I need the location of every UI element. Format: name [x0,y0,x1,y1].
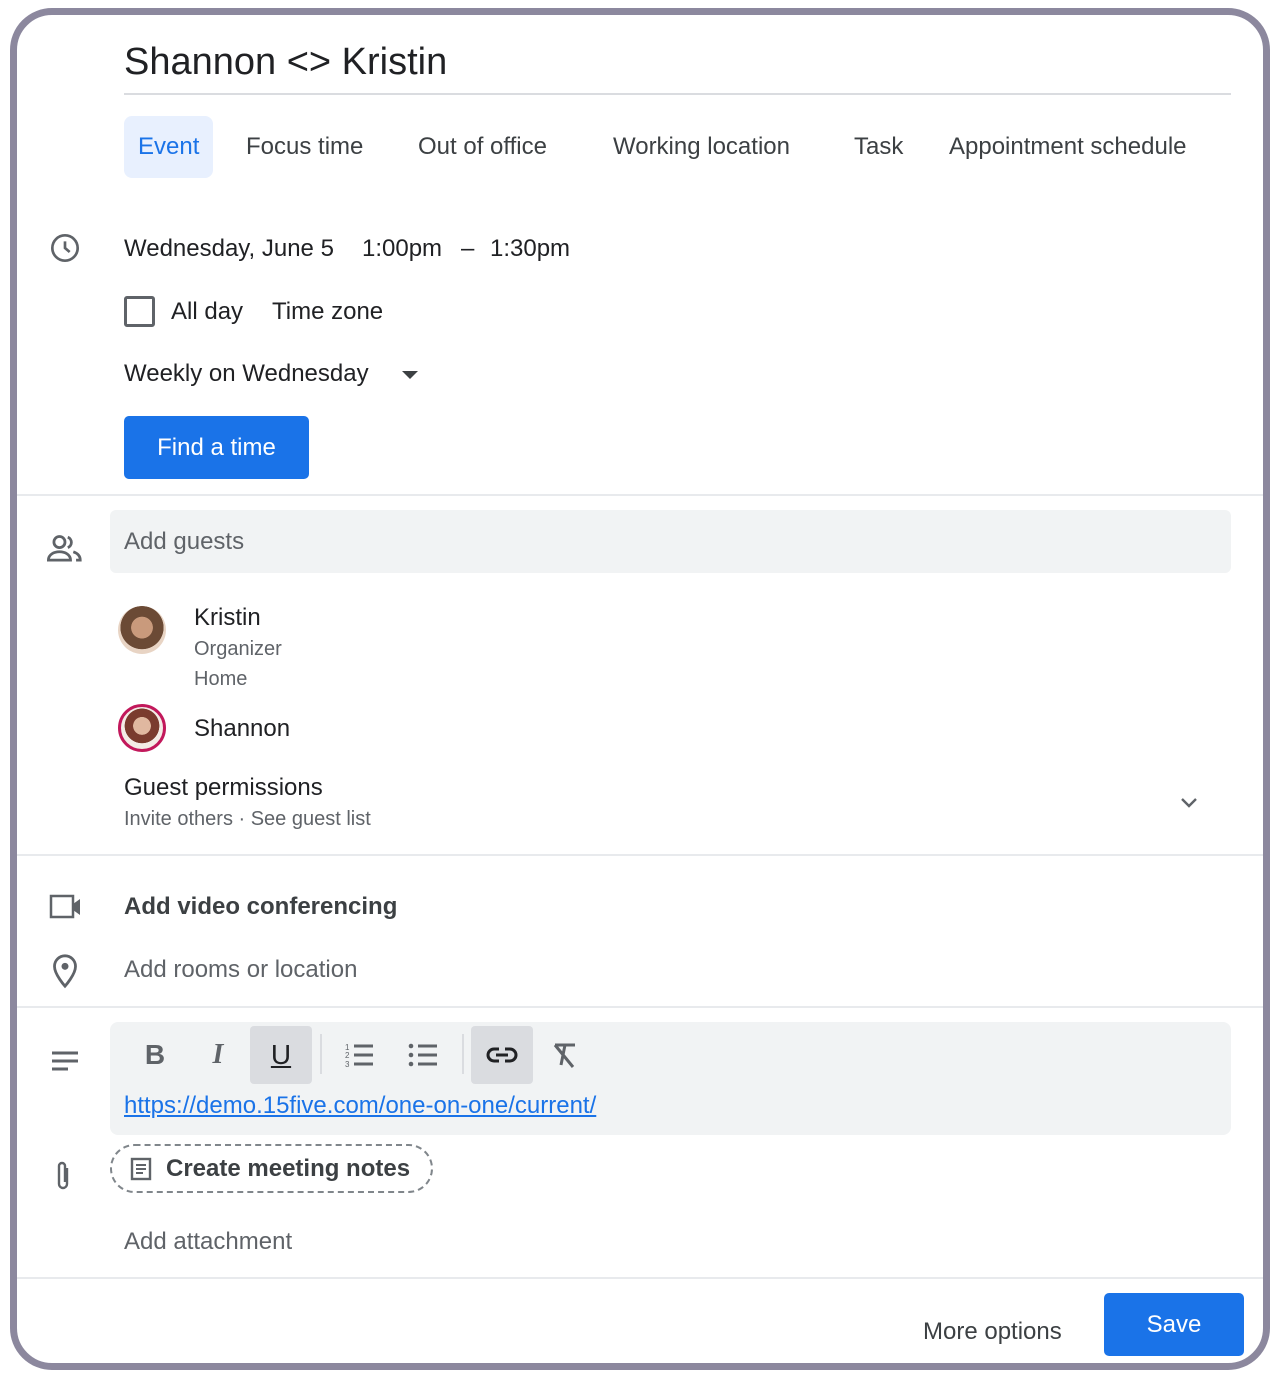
add-attachment-button[interactable]: Add attachment [124,1228,292,1256]
tab-event[interactable]: Event [124,116,214,178]
create-meeting-notes-button[interactable]: Create meeting notes [110,1144,433,1193]
all-day-checkbox[interactable] [124,296,155,327]
event-title-input[interactable]: Shannon <> Kristin [124,41,447,84]
clock-icon [51,234,79,262]
divider [17,1277,1263,1279]
bold-button[interactable]: B [124,1026,186,1084]
time-zone-button[interactable]: Time zone [272,298,383,326]
guest-location: Home [194,668,248,690]
toolbar-separator [462,1034,464,1074]
toolbar-separator [320,1034,322,1074]
divider [17,494,1263,496]
link-button[interactable] [471,1026,533,1084]
video-camera-icon [49,894,80,919]
divider [17,1006,1263,1008]
dropdown-arrow-icon[interactable] [402,371,418,379]
numbered-list-icon: 123 [345,1043,373,1068]
event-dialog: Shannon <> Kristin Event Focus time Out … [10,8,1270,1370]
people-icon [47,535,82,562]
find-a-time-button[interactable]: Find a time [124,416,309,479]
description-link[interactable]: https://demo.15five.com/one-on-one/curre… [124,1092,596,1120]
tab-appointment-schedule[interactable]: Appointment schedule [935,116,1201,178]
italic-button[interactable]: I [187,1026,249,1084]
end-time[interactable]: 1:30pm [490,235,570,263]
italic-icon: I [212,1039,224,1070]
location-pin-icon [53,954,77,989]
avatar-kristin [118,606,166,654]
recurrence-select[interactable]: Weekly on Wednesday [124,360,369,388]
avatar-shannon [118,704,166,752]
tab-task[interactable]: Task [840,116,917,178]
tab-working-location[interactable]: Working location [599,116,804,178]
guest-permissions-summary: Invite others · See guest list [124,808,371,830]
all-day-label: All day [171,298,244,325]
guest-role: Organizer [194,638,282,660]
create-meeting-notes-label: Create meeting notes [166,1154,411,1182]
guest-name: Kristin [194,604,261,631]
start-time[interactable]: 1:00pm [362,235,442,263]
description-editor[interactable]: B I U 123 https://demo.15five.com/one-on… [110,1022,1231,1135]
add-video-conferencing-button[interactable]: Add video conferencing [124,893,397,921]
document-icon [130,1157,152,1180]
svg-text:2: 2 [345,1051,350,1060]
title-underline [124,93,1231,95]
underline-button[interactable]: U [250,1026,312,1084]
description-icon [52,1051,78,1071]
guest-permissions-title[interactable]: Guest permissions [124,774,323,802]
tab-focus-time[interactable]: Focus time [232,116,377,178]
clear-formatting-icon [553,1043,575,1068]
divider [17,854,1263,856]
underline-icon: U [270,1039,292,1070]
event-date[interactable]: Wednesday, June 5 [124,235,334,263]
tab-out-of-office[interactable]: Out of office [404,116,561,178]
bulleted-list-button[interactable] [392,1026,454,1084]
time-dash: – [461,235,475,262]
add-location-input[interactable]: Add rooms or location [124,956,357,984]
numbered-list-button[interactable]: 123 [328,1026,390,1084]
svg-text:3: 3 [345,1060,350,1068]
link-icon [486,1047,518,1063]
clear-formatting-button[interactable] [534,1026,596,1084]
bulleted-list-icon [408,1043,437,1067]
paperclip-icon [57,1161,69,1190]
more-options-button[interactable]: More options [923,1318,1062,1346]
add-guests-input[interactable]: Add guests [110,510,1231,573]
guest-name: Shannon [194,715,291,742]
save-button[interactable]: Save [1104,1293,1244,1356]
bold-icon: B [144,1039,166,1070]
chevron-down-icon[interactable] [1177,791,1201,815]
